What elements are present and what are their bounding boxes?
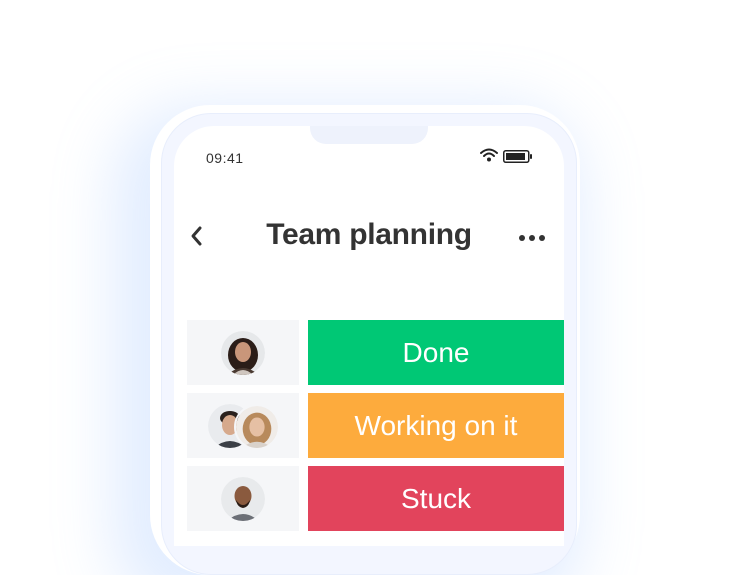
- table-row: Working on it: [187, 393, 564, 458]
- owner-cell[interactable]: [187, 466, 299, 531]
- phone-screen: 09:41 Team planning Done Working on it S…: [174, 126, 564, 546]
- more-options-button[interactable]: [512, 226, 552, 250]
- page-title: Team planning: [266, 218, 472, 251]
- avatar-woman-smiling: [234, 403, 280, 450]
- owner-cell[interactable]: [187, 393, 299, 458]
- table-row: Stuck: [187, 466, 564, 531]
- status-bar-time: 09:41: [206, 150, 244, 166]
- battery-icon: [503, 150, 532, 163]
- phone-notch: [310, 126, 428, 144]
- avatar-group: [208, 403, 280, 450]
- table-row: Done: [187, 320, 564, 385]
- avatar-man-bald: [221, 476, 265, 521]
- status-cell-working-on-it[interactable]: Working on it: [308, 393, 564, 458]
- owner-cell[interactable]: [187, 320, 299, 385]
- wifi-icon: [480, 148, 498, 162]
- status-cell-stuck[interactable]: Stuck: [308, 466, 564, 531]
- more-horizontal-icon: [519, 235, 545, 241]
- status-cell-done[interactable]: Done: [308, 320, 564, 385]
- avatar-woman-curly-hair: [221, 330, 265, 375]
